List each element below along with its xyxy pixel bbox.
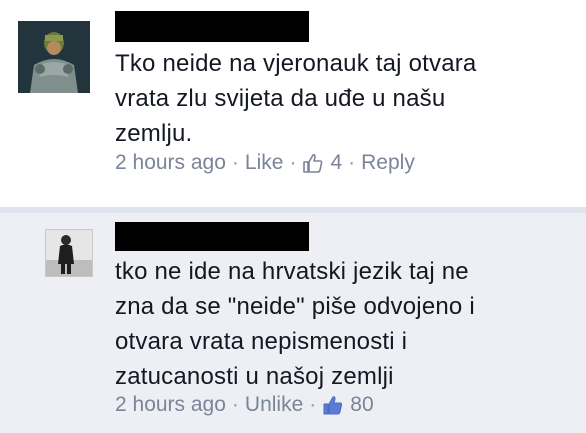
avatar[interactable] (45, 229, 93, 277)
redacted-name-2 (115, 222, 309, 251)
timestamp[interactable]: 2 hours ago (115, 151, 226, 175)
reply-button[interactable]: Reply (361, 151, 415, 175)
dot-separator: · (309, 393, 317, 416)
redacted-name-1 (115, 11, 309, 42)
dot-separator: · (289, 151, 297, 174)
comment-meta-2: 2 hours ago · Unlike · 80 (115, 393, 374, 417)
avatar-soldier-image (18, 21, 90, 93)
timestamp[interactable]: 2 hours ago (115, 393, 226, 417)
unlike-button[interactable]: Unlike (245, 393, 303, 417)
avatar-person-image (46, 230, 92, 276)
like-count[interactable]: 80 (350, 393, 373, 417)
comment-text-2: tko ne ide na hrvatski jezik taj ne zna … (115, 258, 475, 390)
avatar[interactable] (18, 21, 90, 93)
comment-meta-1: 2 hours ago · Like · 4 · Reply (115, 151, 415, 175)
dot-separator: · (348, 151, 356, 174)
dot-separator: · (231, 151, 239, 174)
thumbs-up-filled-icon[interactable] (322, 394, 344, 416)
like-count[interactable]: 4 (330, 151, 342, 175)
thumbs-up-outline-icon[interactable] (302, 152, 324, 174)
like-button[interactable]: Like (245, 151, 284, 175)
comment-text-1: Tko neide na vjeronauk taj otvara vrata … (115, 50, 477, 147)
dot-separator: · (231, 393, 239, 416)
